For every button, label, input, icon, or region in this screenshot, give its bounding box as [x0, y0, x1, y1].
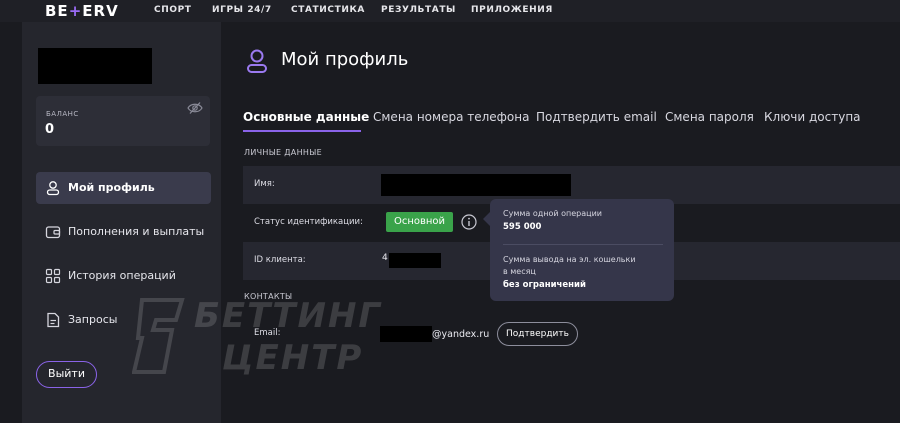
confirm-email-button[interactable]: Подтвердить [497, 322, 578, 346]
tab-change-password[interactable]: Смена пароля [665, 110, 754, 124]
sidebar-item-label: Мой профиль [68, 181, 155, 194]
nav-apps[interactable]: ПРИЛОЖЕНИЯ [471, 5, 553, 15]
user-icon [46, 181, 60, 196]
redacted-client-id [389, 253, 441, 268]
info-icon[interactable] [461, 214, 477, 230]
tooltip-withdraw-label-2: в месяц [503, 267, 536, 276]
contacts-heading: КОНТАКТЫ [244, 292, 293, 301]
logout-button[interactable]: Выйти [36, 361, 97, 388]
logo-plus: + [68, 2, 83, 20]
tooltip-withdraw-value: без ограничений [503, 280, 586, 290]
watermark-logo-icon [132, 298, 185, 374]
tab-access-keys[interactable]: Ключи доступа [764, 110, 861, 124]
status-label: Статус идентификации: [254, 217, 363, 227]
top-nav: BE+ERV СПОРТ ИГРЫ 24/7 СТАТИСТИКА РЕЗУЛЬ… [0, 0, 900, 22]
nav-sport[interactable]: СПОРТ [154, 5, 192, 15]
tooltip-single-op-label: Сумма одной операции [503, 209, 602, 218]
active-tab-indicator [243, 130, 361, 132]
logo-text-right: ERV [82, 2, 119, 20]
wallet-icon [45, 226, 61, 239]
eye-off-icon[interactable] [187, 101, 203, 115]
logo-text-left: BE [45, 2, 69, 20]
logo[interactable]: BE+ERV [45, 2, 119, 20]
balance-value: 0 [45, 122, 55, 137]
email-domain: @yandex.ru [432, 329, 490, 340]
name-label: Имя: [254, 179, 275, 189]
client-id-prefix: 4 [382, 253, 388, 263]
personal-data-heading: ЛИЧНЫЕ ДАННЫЕ [244, 148, 322, 157]
redacted-email-local [380, 326, 432, 342]
redacted-name [381, 174, 571, 196]
user-icon [247, 49, 267, 73]
sidebar-item-profile[interactable]: Мой профиль [36, 172, 211, 204]
client-id-label: ID клиента: [254, 255, 306, 265]
document-icon [47, 312, 60, 328]
tab-change-phone[interactable]: Смена номера телефона [373, 110, 529, 124]
nav-games[interactable]: ИГРЫ 24/7 [212, 5, 272, 15]
page-title: Мой профиль [281, 49, 409, 70]
grid-icon [45, 268, 61, 284]
tab-basic-data[interactable]: Основные данные [243, 110, 369, 124]
sidebar-item-label: История операций [68, 269, 176, 282]
tooltip-divider [503, 244, 663, 245]
tooltip-withdraw-label-1: Сумма вывода на эл. кошельки [503, 255, 636, 264]
limits-tooltip: Сумма одной операции 595 000 Сумма вывод… [483, 199, 674, 301]
status-badge: Основной [386, 212, 453, 232]
tooltip-single-op-value: 595 000 [503, 222, 542, 232]
sidebar-item-history[interactable]: История операций [36, 260, 211, 292]
tooltip-arrow [483, 212, 490, 226]
balance-card: БАЛАНС 0 [36, 96, 210, 146]
nav-results[interactable]: РЕЗУЛЬТАТЫ [381, 5, 456, 15]
email-label: Email: [254, 328, 281, 338]
tab-confirm-email[interactable]: Подтвердить email [536, 110, 657, 124]
balance-label: БАЛАНС [46, 110, 79, 118]
sidebar-item-label: Запросы [68, 313, 118, 326]
sidebar-item-label: Пополнения и выплаты [68, 225, 205, 238]
nav-statistics[interactable]: СТАТИСТИКА [291, 5, 365, 15]
sidebar-item-payments[interactable]: Пополнения и выплаты [36, 216, 211, 248]
redacted-username [38, 48, 152, 84]
